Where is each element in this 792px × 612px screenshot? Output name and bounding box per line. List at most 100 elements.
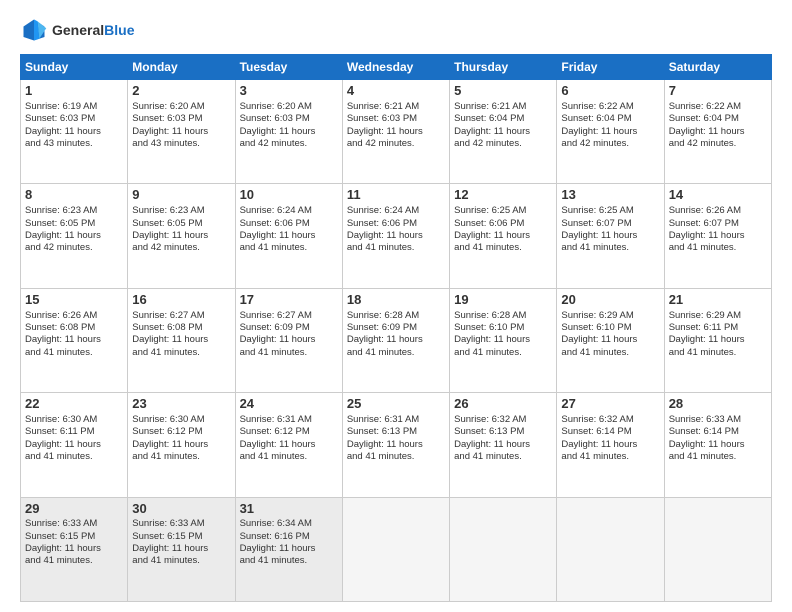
day-number: 30 bbox=[132, 501, 230, 518]
calendar-cell: 19Sunrise: 6:28 AMSunset: 6:10 PMDayligh… bbox=[450, 288, 557, 392]
day-info-line: and 41 minutes. bbox=[25, 451, 123, 463]
day-info-line: Sunset: 6:04 PM bbox=[454, 113, 552, 125]
day-number: 9 bbox=[132, 187, 230, 204]
day-info-line: Daylight: 11 hours bbox=[561, 126, 659, 138]
day-info-line: Sunrise: 6:31 AM bbox=[240, 414, 338, 426]
day-number: 29 bbox=[25, 501, 123, 518]
day-info-line: Sunset: 6:10 PM bbox=[561, 322, 659, 334]
day-info-line: Daylight: 11 hours bbox=[347, 230, 445, 242]
day-number: 22 bbox=[25, 396, 123, 413]
day-info-line: Daylight: 11 hours bbox=[132, 439, 230, 451]
day-info-line: and 41 minutes. bbox=[669, 242, 767, 254]
calendar-cell: 28Sunrise: 6:33 AMSunset: 6:14 PMDayligh… bbox=[664, 393, 771, 497]
day-number: 2 bbox=[132, 83, 230, 100]
calendar-cell: 25Sunrise: 6:31 AMSunset: 6:13 PMDayligh… bbox=[342, 393, 449, 497]
day-info-line: Sunrise: 6:33 AM bbox=[25, 518, 123, 530]
day-info-line: and 42 minutes. bbox=[347, 138, 445, 150]
day-info-line: and 42 minutes. bbox=[669, 138, 767, 150]
day-number: 5 bbox=[454, 83, 552, 100]
day-info-line: Sunrise: 6:24 AM bbox=[240, 205, 338, 217]
day-info-line: and 41 minutes. bbox=[240, 451, 338, 463]
day-info-line: Sunrise: 6:33 AM bbox=[132, 518, 230, 530]
day-info-line: and 41 minutes. bbox=[454, 242, 552, 254]
day-info-line: Sunset: 6:15 PM bbox=[25, 531, 123, 543]
day-info-line: Daylight: 11 hours bbox=[240, 439, 338, 451]
day-info-line: Sunset: 6:07 PM bbox=[669, 218, 767, 230]
weekday-header-friday: Friday bbox=[557, 55, 664, 80]
calendar-cell: 16Sunrise: 6:27 AMSunset: 6:08 PMDayligh… bbox=[128, 288, 235, 392]
day-number: 17 bbox=[240, 292, 338, 309]
day-info-line: Sunset: 6:08 PM bbox=[25, 322, 123, 334]
calendar-cell: 13Sunrise: 6:25 AMSunset: 6:07 PMDayligh… bbox=[557, 184, 664, 288]
day-info-line: Sunrise: 6:34 AM bbox=[240, 518, 338, 530]
day-number: 21 bbox=[669, 292, 767, 309]
day-info-line: Daylight: 11 hours bbox=[25, 334, 123, 346]
day-info-line: Sunrise: 6:21 AM bbox=[347, 101, 445, 113]
day-info-line: Daylight: 11 hours bbox=[347, 334, 445, 346]
day-info-line: and 42 minutes. bbox=[132, 242, 230, 254]
day-info-line: Daylight: 11 hours bbox=[240, 334, 338, 346]
day-info-line: and 41 minutes. bbox=[669, 347, 767, 359]
weekday-header-saturday: Saturday bbox=[664, 55, 771, 80]
calendar-cell: 26Sunrise: 6:32 AMSunset: 6:13 PMDayligh… bbox=[450, 393, 557, 497]
day-info-line: Daylight: 11 hours bbox=[240, 230, 338, 242]
day-info-line: Sunrise: 6:25 AM bbox=[454, 205, 552, 217]
weekday-header-tuesday: Tuesday bbox=[235, 55, 342, 80]
day-info-line: and 42 minutes. bbox=[561, 138, 659, 150]
weekday-header-wednesday: Wednesday bbox=[342, 55, 449, 80]
day-info-line: and 43 minutes. bbox=[25, 138, 123, 150]
day-info-line: Daylight: 11 hours bbox=[454, 230, 552, 242]
day-info-line: Daylight: 11 hours bbox=[347, 126, 445, 138]
day-info-line: Sunrise: 6:30 AM bbox=[132, 414, 230, 426]
day-info-line: and 41 minutes. bbox=[454, 347, 552, 359]
day-info-line: Sunrise: 6:29 AM bbox=[669, 310, 767, 322]
calendar-cell: 17Sunrise: 6:27 AMSunset: 6:09 PMDayligh… bbox=[235, 288, 342, 392]
day-number: 4 bbox=[347, 83, 445, 100]
day-info-line: and 42 minutes. bbox=[454, 138, 552, 150]
day-info-line: and 41 minutes. bbox=[561, 451, 659, 463]
day-info-line: Sunset: 6:15 PM bbox=[132, 531, 230, 543]
day-info-line: and 41 minutes. bbox=[25, 555, 123, 567]
day-info-line: Daylight: 11 hours bbox=[25, 439, 123, 451]
calendar-cell: 2Sunrise: 6:20 AMSunset: 6:03 PMDaylight… bbox=[128, 80, 235, 184]
week-row-5: 29Sunrise: 6:33 AMSunset: 6:15 PMDayligh… bbox=[21, 497, 772, 601]
day-info-line: Sunrise: 6:24 AM bbox=[347, 205, 445, 217]
calendar-cell: 8Sunrise: 6:23 AMSunset: 6:05 PMDaylight… bbox=[21, 184, 128, 288]
calendar-cell: 12Sunrise: 6:25 AMSunset: 6:06 PMDayligh… bbox=[450, 184, 557, 288]
day-info-line: and 41 minutes. bbox=[132, 451, 230, 463]
day-info-line: Sunset: 6:06 PM bbox=[454, 218, 552, 230]
day-number: 7 bbox=[669, 83, 767, 100]
day-info-line: Sunset: 6:03 PM bbox=[132, 113, 230, 125]
day-number: 28 bbox=[669, 396, 767, 413]
day-number: 31 bbox=[240, 501, 338, 518]
day-info-line: Daylight: 11 hours bbox=[454, 334, 552, 346]
day-info-line: Sunset: 6:10 PM bbox=[454, 322, 552, 334]
day-info-line: Sunrise: 6:26 AM bbox=[669, 205, 767, 217]
day-number: 26 bbox=[454, 396, 552, 413]
day-info-line: and 42 minutes. bbox=[240, 138, 338, 150]
calendar-cell: 10Sunrise: 6:24 AMSunset: 6:06 PMDayligh… bbox=[235, 184, 342, 288]
day-info-line: Sunrise: 6:28 AM bbox=[454, 310, 552, 322]
calendar-cell: 29Sunrise: 6:33 AMSunset: 6:15 PMDayligh… bbox=[21, 497, 128, 601]
day-info-line: and 41 minutes. bbox=[347, 347, 445, 359]
day-info-line: Daylight: 11 hours bbox=[132, 230, 230, 242]
day-info-line: Sunset: 6:11 PM bbox=[25, 426, 123, 438]
weekday-header-monday: Monday bbox=[128, 55, 235, 80]
calendar-cell: 31Sunrise: 6:34 AMSunset: 6:16 PMDayligh… bbox=[235, 497, 342, 601]
calendar-cell: 18Sunrise: 6:28 AMSunset: 6:09 PMDayligh… bbox=[342, 288, 449, 392]
day-info-line: Sunrise: 6:23 AM bbox=[132, 205, 230, 217]
day-info-line: Sunrise: 6:22 AM bbox=[561, 101, 659, 113]
day-info-line: and 41 minutes. bbox=[25, 347, 123, 359]
day-info-line: and 42 minutes. bbox=[25, 242, 123, 254]
day-info-line: Sunset: 6:06 PM bbox=[240, 218, 338, 230]
day-info-line: Sunset: 6:03 PM bbox=[240, 113, 338, 125]
day-info-line: Sunrise: 6:19 AM bbox=[25, 101, 123, 113]
day-info-line: Daylight: 11 hours bbox=[240, 543, 338, 555]
day-number: 20 bbox=[561, 292, 659, 309]
day-info-line: Daylight: 11 hours bbox=[132, 543, 230, 555]
day-info-line: Sunset: 6:13 PM bbox=[347, 426, 445, 438]
calendar-cell: 11Sunrise: 6:24 AMSunset: 6:06 PMDayligh… bbox=[342, 184, 449, 288]
day-info-line: Sunset: 6:05 PM bbox=[132, 218, 230, 230]
calendar-cell bbox=[342, 497, 449, 601]
calendar-cell: 23Sunrise: 6:30 AMSunset: 6:12 PMDayligh… bbox=[128, 393, 235, 497]
